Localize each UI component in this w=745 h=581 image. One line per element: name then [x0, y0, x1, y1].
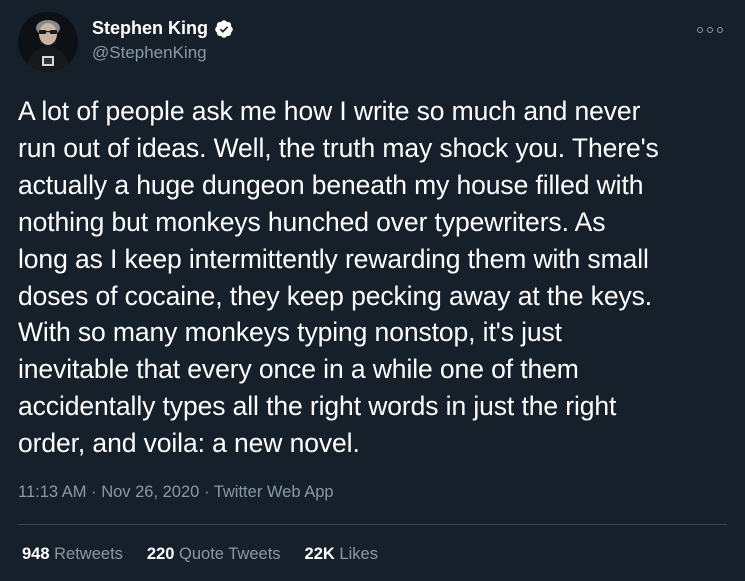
- meta-separator: ·: [203, 483, 214, 501]
- author-name-row[interactable]: Stephen King: [92, 18, 234, 39]
- quote-tweets-count: 220: [146, 545, 175, 563]
- tweet-source[interactable]: Twitter Web App: [214, 483, 334, 501]
- author-handle[interactable]: @StephenKing: [92, 43, 207, 63]
- dot: [717, 27, 723, 33]
- likes-count: 22K: [304, 545, 335, 563]
- retweets-count: 948: [22, 545, 50, 563]
- tweet-time[interactable]: 11:13 AM: [18, 483, 87, 501]
- divider: [18, 524, 727, 525]
- retweets-label: Retweets: [54, 545, 123, 563]
- retweets-stat[interactable]: 948 Retweets: [22, 545, 123, 564]
- verified-badge-icon: [215, 19, 233, 38]
- likes-stat[interactable]: 22K Likes: [305, 545, 378, 564]
- tweet-date[interactable]: Nov 26, 2020: [101, 483, 199, 501]
- tweet-text: A lot of people ask me how I write so mu…: [18, 96, 659, 459]
- quote-tweets-label: Quote Tweets: [179, 545, 281, 563]
- tweet-stats: 948 Retweets 220 Quote Tweets 22K Likes: [22, 545, 378, 564]
- tweet-card: Stephen King @StephenKing A lot of peopl…: [0, 0, 745, 581]
- meta-separator: ·: [91, 483, 102, 501]
- dot: [707, 27, 713, 33]
- more-options-icon[interactable]: [697, 20, 723, 40]
- dot: [697, 27, 703, 33]
- avatar[interactable]: [18, 12, 78, 72]
- quote-tweets-stat[interactable]: 220 Quote Tweets: [147, 545, 281, 564]
- author-display-name[interactable]: Stephen King: [92, 18, 208, 39]
- tweet-meta: 11:13 AM · Nov 26, 2020 · Twitter Web Ap…: [18, 483, 334, 502]
- likes-label: Likes: [339, 545, 378, 563]
- avatar-photo: [18, 12, 78, 72]
